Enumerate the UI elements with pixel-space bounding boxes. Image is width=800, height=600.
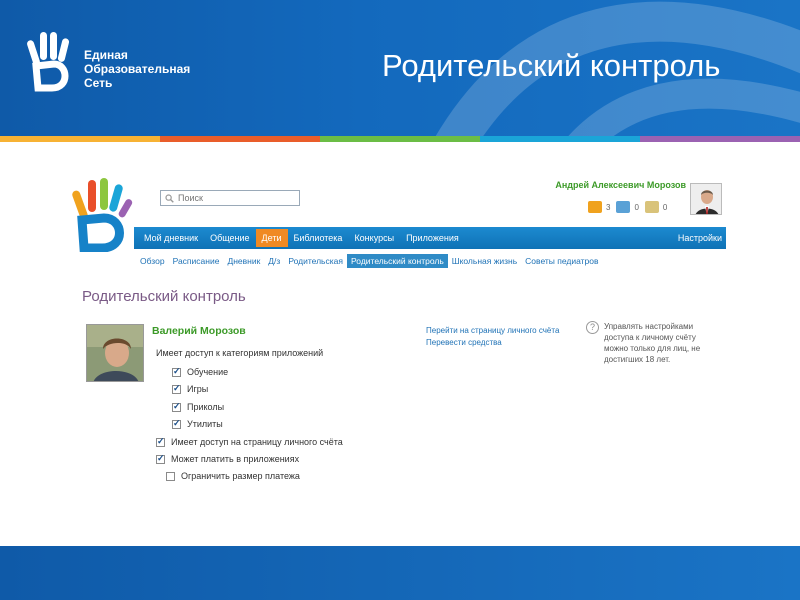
child-avatar[interactable] xyxy=(86,324,144,382)
friends-icon xyxy=(616,201,631,213)
friends-counter[interactable]: 0 xyxy=(616,201,639,213)
brand-logo-text: Единая Образовательная Сеть xyxy=(84,48,190,90)
search-input[interactable] xyxy=(178,193,288,203)
category-row-jokes[interactable]: Приколы xyxy=(172,401,225,412)
account-links: Перейти на страницу личного счёта Переве… xyxy=(426,325,559,349)
page-title: Родительский контроль xyxy=(82,288,246,305)
slide-title: Родительский контроль xyxy=(382,48,721,83)
mail-counter[interactable]: 3 xyxy=(588,201,610,213)
category-label: Обучение xyxy=(187,367,229,377)
category-checkbox[interactable] xyxy=(172,418,181,429)
option-label: Может платить в приложениях xyxy=(171,454,300,464)
color-stripe xyxy=(0,136,800,142)
subnav-item-schedule[interactable]: Расписание xyxy=(169,254,224,268)
nav-item-contests[interactable]: Конкурсы xyxy=(348,229,400,247)
nav-item-my-diary[interactable]: Мой дневник xyxy=(138,229,204,247)
slide: Единая Образовательная Сеть Родительский… xyxy=(0,0,800,600)
mail-icon xyxy=(588,201,602,213)
requests-icon xyxy=(644,201,659,213)
option-checkbox[interactable] xyxy=(156,453,165,464)
option-row-can-pay[interactable]: Может платить в приложениях xyxy=(156,453,300,464)
child-portrait-icon xyxy=(87,325,143,381)
brand-line-3: Сеть xyxy=(84,76,113,90)
option-checkbox[interactable] xyxy=(156,436,165,447)
brand-line-2: Образовательная xyxy=(84,62,191,76)
bottom-bar xyxy=(0,546,800,600)
option-label: Имеет доступ на страницу личного счёта xyxy=(171,437,343,447)
brand-line-1: Единая xyxy=(84,48,128,62)
requests-counter[interactable]: 0 xyxy=(644,201,668,213)
help-icon: ? xyxy=(586,321,599,334)
user-portrait-icon xyxy=(691,184,721,214)
category-row-utilities[interactable]: Утилиты xyxy=(172,418,223,429)
subnav-item-pediatrician-advice[interactable]: Советы педиатров xyxy=(521,254,602,268)
category-label: Игры xyxy=(187,384,209,394)
subnav-item-homework[interactable]: Д/з xyxy=(264,254,284,268)
category-row-games[interactable]: Игры xyxy=(172,383,209,394)
subnav-item-school-life[interactable]: Школьная жизнь xyxy=(448,254,521,268)
nav-item-apps[interactable]: Приложения xyxy=(400,229,465,247)
nav-item-children[interactable]: Дети xyxy=(255,229,288,247)
subnav-item-overview[interactable]: Обзор xyxy=(136,254,169,268)
requests-count: 0 xyxy=(662,202,668,212)
stripe-segment xyxy=(640,136,800,142)
child-name-link[interactable]: Валерий Морозов xyxy=(152,325,246,337)
stripe-segment xyxy=(0,136,160,142)
mail-count: 3 xyxy=(606,202,611,212)
stripe-segment xyxy=(480,136,640,142)
nav-item-library[interactable]: Библиотека xyxy=(288,229,349,247)
main-nav: Мой дневник Общение Дети Библиотека Конк… xyxy=(134,227,726,249)
permissions-heading: Имеет доступ к категориям приложений xyxy=(156,348,324,358)
category-checkbox[interactable] xyxy=(172,383,181,394)
top-banner: Единая Образовательная Сеть Родительский… xyxy=(0,0,800,136)
category-checkbox[interactable] xyxy=(172,401,181,412)
subnav-item-parental-control[interactable]: Родительский контроль xyxy=(346,254,448,268)
user-avatar[interactable] xyxy=(690,183,722,215)
stripe-segment xyxy=(320,136,480,142)
friends-count: 0 xyxy=(634,202,639,212)
sub-nav: Обзор Расписание Дневник Д/з Родительска… xyxy=(136,254,603,268)
category-checkbox[interactable] xyxy=(172,366,181,377)
user-counters: 3 0 0 xyxy=(588,201,667,213)
option-row-account-access[interactable]: Имеет доступ на страницу личного счёта xyxy=(156,436,343,447)
hand-logo-icon xyxy=(27,32,70,92)
category-label: Приколы xyxy=(187,402,225,412)
search-box[interactable] xyxy=(160,190,300,206)
option-label: Ограничить размер платежа xyxy=(181,471,300,481)
subnav-item-parental[interactable]: Родительская xyxy=(284,254,347,268)
search-icon xyxy=(165,193,174,203)
go-to-account-link[interactable]: Перейти на страницу личного счёта xyxy=(426,325,559,337)
stripe-segment xyxy=(160,136,320,142)
help-text: Управлять настройками доступа к личному … xyxy=(604,322,701,364)
colored-hand-logo-icon xyxy=(72,178,133,252)
option-checkbox[interactable] xyxy=(166,471,175,481)
option-row-limit-payment[interactable]: Ограничить размер платежа xyxy=(166,471,300,481)
user-name-link[interactable]: Андрей Алексеевич Морозов xyxy=(520,180,686,190)
subnav-item-diary[interactable]: Дневник xyxy=(223,254,264,268)
category-label: Утилиты xyxy=(187,419,223,429)
nav-item-communication[interactable]: Общение xyxy=(204,229,255,247)
transfer-funds-link[interactable]: Перевести средства xyxy=(426,337,559,349)
nav-item-settings[interactable]: Настройки xyxy=(672,229,726,247)
category-row-education[interactable]: Обучение xyxy=(172,366,229,377)
